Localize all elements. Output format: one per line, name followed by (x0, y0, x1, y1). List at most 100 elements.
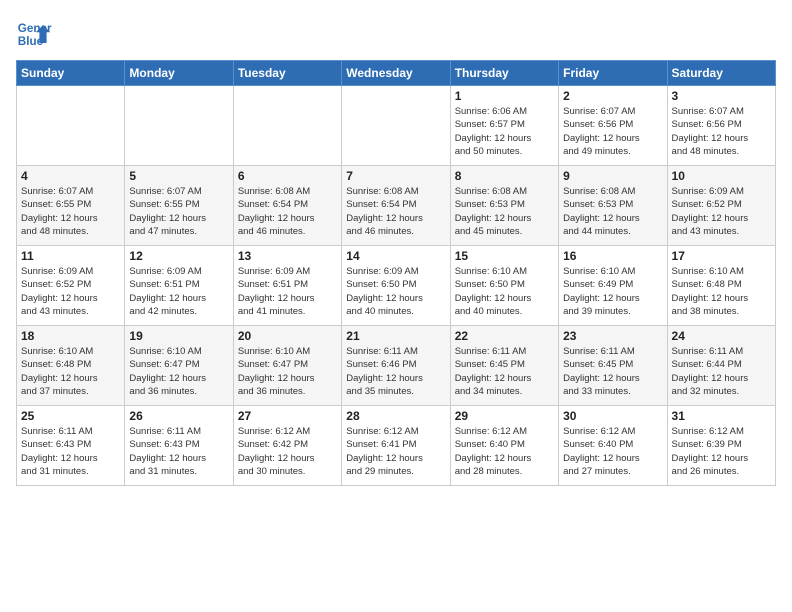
weekday-header-row: SundayMondayTuesdayWednesdayThursdayFrid… (17, 61, 776, 86)
calendar-cell: 28 Sunrise: 6:12 AM Sunset: 6:41 PM Dayli… (342, 406, 450, 486)
day-info: Sunrise: 6:09 AM Sunset: 6:50 PM Dayligh… (346, 265, 445, 318)
day-number: 3 (672, 89, 771, 103)
logo: General Blue (16, 16, 52, 52)
day-number: 23 (563, 329, 662, 343)
calendar-cell (342, 86, 450, 166)
day-number: 6 (238, 169, 337, 183)
day-number: 22 (455, 329, 554, 343)
day-info: Sunrise: 6:12 AM Sunset: 6:39 PM Dayligh… (672, 425, 771, 478)
calendar-cell: 31 Sunrise: 6:12 AM Sunset: 6:39 PM Dayli… (667, 406, 775, 486)
day-info: Sunrise: 6:09 AM Sunset: 6:51 PM Dayligh… (238, 265, 337, 318)
day-info: Sunrise: 6:08 AM Sunset: 6:54 PM Dayligh… (346, 185, 445, 238)
weekday-header-saturday: Saturday (667, 61, 775, 86)
day-number: 1 (455, 89, 554, 103)
svg-text:General: General (18, 22, 52, 35)
calendar-cell: 26 Sunrise: 6:11 AM Sunset: 6:43 PM Dayli… (125, 406, 233, 486)
calendar-cell: 22 Sunrise: 6:11 AM Sunset: 6:45 PM Dayli… (450, 326, 558, 406)
weekday-header-tuesday: Tuesday (233, 61, 341, 86)
day-info: Sunrise: 6:09 AM Sunset: 6:52 PM Dayligh… (21, 265, 120, 318)
day-number: 12 (129, 249, 228, 263)
calendar-cell: 30 Sunrise: 6:12 AM Sunset: 6:40 PM Dayli… (559, 406, 667, 486)
calendar-cell: 25Sunrise: 6:11 AM Sunset: 6:43 PM Dayli… (17, 406, 125, 486)
calendar-cell: 19 Sunrise: 6:10 AM Sunset: 6:47 PM Dayli… (125, 326, 233, 406)
day-number: 8 (455, 169, 554, 183)
day-number: 13 (238, 249, 337, 263)
weekday-header-wednesday: Wednesday (342, 61, 450, 86)
calendar-cell: 9 Sunrise: 6:08 AM Sunset: 6:53 PM Daylig… (559, 166, 667, 246)
day-number: 31 (672, 409, 771, 423)
calendar-cell: 11 Sunrise: 6:09 AM Sunset: 6:52 PM Dayli… (17, 246, 125, 326)
calendar-cell: 27 Sunrise: 6:12 AM Sunset: 6:42 PM Dayli… (233, 406, 341, 486)
weekday-header-sunday: Sunday (17, 61, 125, 86)
day-number: 18 (21, 329, 120, 343)
calendar-cell (233, 86, 341, 166)
calendar-cell: 23 Sunrise: 6:11 AM Sunset: 6:45 PM Dayli… (559, 326, 667, 406)
logo-icon: General Blue (16, 16, 52, 52)
day-info: Sunrise: 6:12 AM Sunset: 6:41 PM Dayligh… (346, 425, 445, 478)
calendar-cell: 8Sunrise: 6:08 AM Sunset: 6:53 PM Daylig… (450, 166, 558, 246)
day-info: Sunrise: 6:12 AM Sunset: 6:42 PM Dayligh… (238, 425, 337, 478)
calendar-cell: 7Sunrise: 6:08 AM Sunset: 6:54 PM Daylig… (342, 166, 450, 246)
day-number: 24 (672, 329, 771, 343)
calendar-cell: 13 Sunrise: 6:09 AM Sunset: 6:51 PM Dayli… (233, 246, 341, 326)
week-row-5: 25 Sunrise: 6:11 AM Sunset: 6:43 PM Dayli… (17, 406, 776, 486)
week-row-1: 1 Sunrise: 6:06 AM Sunset: 6:57 PM Daylig… (17, 86, 776, 166)
calendar-table: SundayMondayTuesdayWednesdayThursdayFrid… (16, 60, 776, 486)
day-number: 17 (672, 249, 771, 263)
calendar-cell: 21Sunrise: 6:11 AM Sunset: 6:46 PM Dayli… (342, 326, 450, 406)
calendar-cell: 29 Sunrise: 6:12 AM Sunset: 6:40 PM Dayli… (450, 406, 558, 486)
day-info: Sunrise: 6:11 AM Sunset: 6:43 PM Dayligh… (129, 425, 228, 478)
day-number: 9 (563, 169, 662, 183)
calendar-cell: 14 Sunrise: 6:09 AM Sunset: 6:50 PM Dayli… (342, 246, 450, 326)
day-number: 10 (672, 169, 771, 183)
day-number: 30 (563, 409, 662, 423)
calendar-cell: 4Sunrise: 6:07 AM Sunset: 6:55 PM Daylig… (17, 166, 125, 246)
calendar-cell: 18Sunrise: 6:10 AM Sunset: 6:48 PM Dayli… (17, 326, 125, 406)
week-row-2: 4Sunrise: 6:07 AM Sunset: 6:55 PM Daylig… (17, 166, 776, 246)
day-info: Sunrise: 6:08 AM Sunset: 6:53 PM Dayligh… (563, 185, 662, 238)
day-info: Sunrise: 6:07 AM Sunset: 6:55 PM Dayligh… (21, 185, 120, 238)
day-number: 11 (21, 249, 120, 263)
calendar-cell: 24 Sunrise: 6:11 AM Sunset: 6:44 PM Dayli… (667, 326, 775, 406)
day-info: Sunrise: 6:06 AM Sunset: 6:57 PM Dayligh… (455, 105, 554, 158)
weekday-header-monday: Monday (125, 61, 233, 86)
day-number: 19 (129, 329, 228, 343)
day-number: 27 (238, 409, 337, 423)
day-number: 14 (346, 249, 445, 263)
day-number: 15 (455, 249, 554, 263)
calendar-cell: 20 Sunrise: 6:10 AM Sunset: 6:47 PM Dayli… (233, 326, 341, 406)
calendar-cell: 15 Sunrise: 6:10 AM Sunset: 6:50 PM Dayli… (450, 246, 558, 326)
day-info: Sunrise: 6:10 AM Sunset: 6:50 PM Dayligh… (455, 265, 554, 318)
day-number: 20 (238, 329, 337, 343)
day-info: Sunrise: 6:11 AM Sunset: 6:44 PM Dayligh… (672, 345, 771, 398)
day-info: Sunrise: 6:07 AM Sunset: 6:56 PM Dayligh… (563, 105, 662, 158)
day-info: Sunrise: 6:12 AM Sunset: 6:40 PM Dayligh… (455, 425, 554, 478)
day-info: Sunrise: 6:10 AM Sunset: 6:47 PM Dayligh… (129, 345, 228, 398)
day-number: 16 (563, 249, 662, 263)
calendar-cell: 2Sunrise: 6:07 AM Sunset: 6:56 PM Daylig… (559, 86, 667, 166)
calendar-cell: 6Sunrise: 6:08 AM Sunset: 6:54 PM Daylig… (233, 166, 341, 246)
week-row-4: 18Sunrise: 6:10 AM Sunset: 6:48 PM Dayli… (17, 326, 776, 406)
day-info: Sunrise: 6:10 AM Sunset: 6:47 PM Dayligh… (238, 345, 337, 398)
weekday-header-thursday: Thursday (450, 61, 558, 86)
day-number: 28 (346, 409, 445, 423)
calendar-cell: 1 Sunrise: 6:06 AM Sunset: 6:57 PM Daylig… (450, 86, 558, 166)
day-number: 26 (129, 409, 228, 423)
calendar-cell: 12Sunrise: 6:09 AM Sunset: 6:51 PM Dayli… (125, 246, 233, 326)
weekday-header-friday: Friday (559, 61, 667, 86)
day-info: Sunrise: 6:07 AM Sunset: 6:56 PM Dayligh… (672, 105, 771, 158)
day-info: Sunrise: 6:09 AM Sunset: 6:52 PM Dayligh… (672, 185, 771, 238)
calendar-cell: 5Sunrise: 6:07 AM Sunset: 6:55 PM Daylig… (125, 166, 233, 246)
day-number: 25 (21, 409, 120, 423)
calendar-cell: 16 Sunrise: 6:10 AM Sunset: 6:49 PM Dayli… (559, 246, 667, 326)
calendar-cell: 17 Sunrise: 6:10 AM Sunset: 6:48 PM Dayli… (667, 246, 775, 326)
day-number: 29 (455, 409, 554, 423)
day-info: Sunrise: 6:10 AM Sunset: 6:49 PM Dayligh… (563, 265, 662, 318)
calendar-cell (125, 86, 233, 166)
page-header: General Blue (16, 16, 776, 52)
day-info: Sunrise: 6:11 AM Sunset: 6:45 PM Dayligh… (455, 345, 554, 398)
day-info: Sunrise: 6:07 AM Sunset: 6:55 PM Dayligh… (129, 185, 228, 238)
day-info: Sunrise: 6:12 AM Sunset: 6:40 PM Dayligh… (563, 425, 662, 478)
day-info: Sunrise: 6:11 AM Sunset: 6:45 PM Dayligh… (563, 345, 662, 398)
day-info: Sunrise: 6:10 AM Sunset: 6:48 PM Dayligh… (672, 265, 771, 318)
